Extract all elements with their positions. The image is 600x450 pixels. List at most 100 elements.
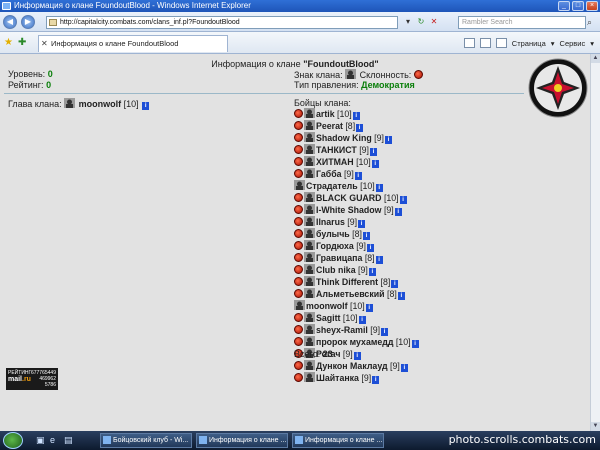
- fighter-name[interactable]: Peerat: [316, 121, 343, 131]
- dropdown-arrow-icon[interactable]: ▾: [402, 16, 414, 29]
- alignment-icon[interactable]: [294, 373, 303, 382]
- print-icon[interactable]: [495, 38, 507, 48]
- alignment-icon[interactable]: [294, 121, 303, 130]
- alignment-icon[interactable]: [294, 193, 303, 202]
- info-icon[interactable]: i: [391, 280, 399, 288]
- switch-windows-icon[interactable]: ▤: [64, 435, 74, 445]
- taskbar-item[interactable]: Бойцовский клуб - Wi...: [100, 433, 192, 448]
- fighter-name[interactable]: булычь: [316, 229, 350, 239]
- info-icon[interactable]: i: [358, 220, 366, 228]
- alignment-icon[interactable]: [294, 313, 303, 322]
- fighter-level: [9]: [383, 205, 394, 215]
- fighter-name[interactable]: BLACK GUARD: [316, 193, 381, 203]
- back-button[interactable]: ◀: [3, 15, 17, 29]
- start-button[interactable]: [3, 432, 23, 449]
- taskbar-item[interactable]: Информация о клане ...: [292, 433, 384, 448]
- info-icon[interactable]: i: [384, 136, 392, 144]
- alignment-icon[interactable]: [294, 169, 303, 178]
- search-input[interactable]: Rambler Search: [458, 16, 586, 29]
- url-field[interactable]: http://capitalcity.combats.com/clans_inf…: [46, 16, 398, 29]
- info-icon[interactable]: i: [352, 112, 360, 120]
- feeds-icon[interactable]: [479, 38, 491, 48]
- minimize-button[interactable]: _: [558, 1, 570, 11]
- fighter-name[interactable]: Шайтанка: [316, 373, 359, 383]
- info-icon[interactable]: i: [362, 232, 370, 240]
- info-icon[interactable]: i: [371, 160, 379, 168]
- alignment-icon[interactable]: [294, 277, 303, 286]
- info-icon[interactable]: i: [375, 184, 383, 192]
- alignment-icon[interactable]: [294, 133, 303, 142]
- alignment-icon[interactable]: [294, 145, 303, 154]
- info-icon[interactable]: i: [365, 304, 373, 312]
- alignment-icon[interactable]: [294, 265, 303, 274]
- info-icon[interactable]: i: [142, 102, 150, 110]
- alignment-icon[interactable]: [294, 217, 303, 226]
- fighter-name[interactable]: sheyx-Ramil: [316, 325, 368, 335]
- info-icon[interactable]: i: [354, 172, 362, 180]
- fighter-name[interactable]: moonwolf: [306, 301, 348, 311]
- taskbar-item[interactable]: Информация о клане ...: [196, 433, 288, 448]
- ie-quicklaunch-icon[interactable]: e: [50, 435, 60, 445]
- info-icon[interactable]: i: [394, 208, 402, 216]
- service-menu[interactable]: Сервис: [560, 39, 586, 48]
- info-icon[interactable]: i: [366, 244, 374, 252]
- alignment-icon[interactable]: [294, 325, 303, 334]
- fighter-name[interactable]: Shadow King: [316, 133, 372, 143]
- fighter-name[interactable]: Габба: [316, 169, 342, 179]
- info-icon[interactable]: i: [399, 196, 407, 204]
- info-icon[interactable]: i: [411, 340, 419, 348]
- alignment-icon[interactable]: [294, 253, 303, 262]
- fighter-name[interactable]: пророк мухамедд: [316, 337, 393, 347]
- tab-clan-info[interactable]: ✕ Информация о клане FoundoutBlood: [38, 35, 228, 52]
- info-icon[interactable]: i: [356, 124, 364, 132]
- fighter-name[interactable]: Club nika: [316, 265, 356, 275]
- favorites-star-icon[interactable]: ★: [4, 37, 13, 48]
- info-icon[interactable]: i: [358, 316, 366, 324]
- scroll-up-icon[interactable]: ▲: [591, 54, 600, 63]
- info-icon[interactable]: i: [375, 256, 383, 264]
- scroll-down-icon[interactable]: ▼: [591, 422, 600, 431]
- search-icon[interactable]: ⌕: [587, 16, 599, 29]
- fighter-name[interactable]: ТАНКИСТ: [316, 145, 357, 155]
- vertical-scrollbar[interactable]: ▲ ▼: [590, 54, 600, 431]
- refresh-icon[interactable]: ↻: [415, 16, 427, 29]
- add-favorites-icon[interactable]: ✚: [18, 37, 26, 48]
- page-menu[interactable]: Страница: [512, 39, 546, 48]
- forward-button[interactable]: ▶: [21, 15, 35, 29]
- info-icon[interactable]: i: [368, 268, 376, 276]
- fighter-name[interactable]: Sagitt: [316, 313, 340, 323]
- alignment-icon[interactable]: [294, 337, 303, 346]
- info-icon[interactable]: i: [400, 364, 408, 372]
- alignment-icon[interactable]: [294, 289, 303, 298]
- fighter-name[interactable]: Ilnarus: [316, 217, 345, 227]
- alignment-icon[interactable]: [413, 70, 423, 79]
- fighter-name[interactable]: artik: [316, 109, 335, 119]
- alignment-icon[interactable]: [294, 241, 303, 250]
- info-icon[interactable]: i: [369, 148, 377, 156]
- show-desktop-icon[interactable]: ▣: [36, 435, 46, 445]
- fighter-name[interactable]: Дункон Маклауд: [316, 361, 388, 371]
- alignment-icon[interactable]: [294, 229, 303, 238]
- fighter-name[interactable]: Think Different: [316, 277, 378, 287]
- home-icon[interactable]: [463, 38, 475, 48]
- close-button[interactable]: ×: [586, 1, 598, 11]
- info-icon[interactable]: i: [372, 376, 380, 384]
- fighter-name[interactable]: I-White Shadow: [316, 205, 381, 215]
- alignment-icon[interactable]: [294, 109, 303, 118]
- stop-icon[interactable]: ✕: [428, 16, 440, 29]
- leader-name[interactable]: moonwolf: [79, 99, 122, 109]
- clan-sign-icon[interactable]: [345, 69, 357, 79]
- info-icon[interactable]: i: [353, 352, 361, 360]
- alignment-icon[interactable]: [294, 157, 303, 166]
- info-icon[interactable]: i: [397, 292, 405, 300]
- info-icon[interactable]: i: [381, 328, 389, 336]
- fighter-name[interactable]: Гордюха: [316, 241, 354, 251]
- alignment-icon[interactable]: [294, 205, 303, 214]
- alignment-icon[interactable]: [294, 361, 303, 370]
- fighter-name[interactable]: Страдатель: [306, 181, 358, 191]
- maximize-button[interactable]: □: [572, 1, 584, 11]
- fighter-name[interactable]: Гравицапа: [316, 253, 362, 263]
- fighter-name[interactable]: ХИТМАН: [316, 157, 354, 167]
- mail-ru-counter[interactable]: РЕЙТИНГ mail.ru 677765449 469962 5786: [6, 368, 58, 390]
- fighter-name[interactable]: Альметьевский: [316, 289, 385, 299]
